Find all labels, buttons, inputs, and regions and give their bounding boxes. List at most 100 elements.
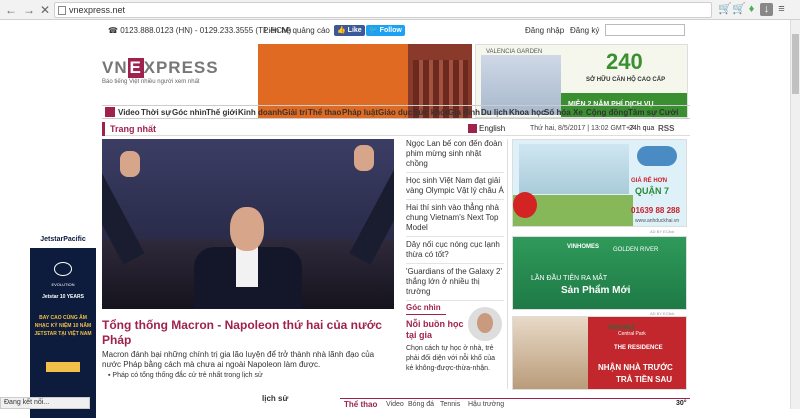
opinion-body: Chọn cách tự học ở nhà, trẻ phải đối diệ… [406, 345, 496, 372]
ad-text: THE RESIDENCE [614, 345, 663, 351]
ad-sub: EVOLUTION [51, 282, 75, 287]
english-label: English [479, 124, 506, 133]
nav-item[interactable]: Pháp luật [342, 108, 378, 117]
ad-contact-link[interactable]: Liên hệ quảng cáo [264, 26, 330, 35]
news-item[interactable]: Hai thí sinh vào thẳng nhà chung Vietnam… [406, 203, 504, 237]
ad-jetstar: Jetstar 10 YEARS [42, 294, 84, 300]
stop-icon[interactable]: ✕ [38, 3, 52, 17]
left-skyscraper-ad[interactable]: JetstarPacific EVOLUTION Jetstar 10 YEAR… [30, 232, 96, 418]
ad-text: QUẬN 7 [635, 186, 670, 196]
logo-vn: VN [102, 58, 128, 77]
search-input[interactable] [605, 24, 685, 36]
nav-item[interactable]: Gia đình [448, 108, 480, 117]
sports-title[interactable]: Thể thao [344, 400, 377, 409]
opinion-title[interactable]: Nỗi buồn học tại gia [406, 319, 464, 341]
side-ad-vinhomes-central-park[interactable]: VINHOMES Central Park THE RESIDENCE NHẬN… [512, 316, 687, 390]
scrollbar[interactable] [790, 20, 800, 409]
nav-item[interactable]: Cười [659, 108, 678, 117]
nav-item[interactable]: Cộng đồng [586, 108, 628, 117]
nav-item[interactable]: Giải trí [282, 108, 307, 117]
nav-item[interactable]: Video [118, 108, 140, 117]
sports-tab[interactable]: Hậu trường [468, 401, 504, 408]
ad-text: Sản Phẩm Mới [561, 285, 631, 296]
address-bar[interactable]: vnexpress.net [54, 2, 712, 18]
weather-temp: 30° [676, 400, 687, 407]
nav-item[interactable]: Thế giới [206, 108, 237, 117]
news-list: Ngọc Lan bế con đến đoàn phim mừng sinh … [406, 139, 504, 304]
main-headline[interactable]: Tổng thống Macron - Napoleon thứ hai của… [102, 318, 394, 348]
news-item[interactable]: 'Guardians of the Galaxy 2' thắng lớn ở … [406, 267, 504, 301]
browser-toolbar: ← → ✕ vnexpress.net 🛒 🛒 ♦ ↓ ≡ [0, 0, 800, 20]
nav-item[interactable]: Sức khỏe [413, 108, 449, 117]
ad-phone: 01639 88 288 [631, 206, 680, 215]
nav-item[interactable]: Kinh doanh [238, 108, 282, 117]
english-icon [468, 124, 477, 134]
nav-item[interactable]: Khoa học [509, 108, 545, 117]
column-divider [507, 139, 510, 389]
author-avatar [468, 307, 502, 341]
register-link[interactable]: Đăng ký [570, 26, 599, 35]
status-bar: Đang kết nối... [0, 397, 90, 409]
rss-link[interactable]: RSS [658, 124, 674, 133]
ad-text: NHẬN NHÀ TRƯỚC [598, 363, 673, 372]
side-ad-vinhomes-golden-river[interactable]: VINHOMES GOLDEN RIVER LẦN ĐẦU TIÊN RA MẮ… [512, 236, 687, 310]
date-text: Thứ hai, 8/5/2017 | 13:02 GMT+7 [530, 125, 634, 132]
site-logo[interactable]: VN E XPRESS Báo tiếng Việt nhiều người xem… [102, 58, 262, 98]
ad-red-panel: VINHOMES Central Park THE RESIDENCE NHẬN… [588, 317, 686, 389]
nav-item[interactable]: Giáo dục [378, 108, 412, 117]
news-item[interactable]: Ngọc Lan bế con đến đoàn phim mừng sinh … [406, 139, 504, 173]
left-hand [120, 151, 140, 177]
nav-item[interactable]: Thể thao [308, 108, 341, 117]
nav-item[interactable]: Du lịch [481, 108, 508, 117]
ad-price: 240 [606, 49, 643, 74]
sports-tab[interactable]: Tennis [440, 401, 460, 408]
logo-xpress: XPRESS [143, 58, 219, 77]
shirt [236, 247, 258, 287]
logo-slogan: Báo tiếng Việt nhiều người xem nhất [102, 79, 200, 85]
news-item[interactable]: Dây nối cục nóng cục lạnh thừa có tốt? [406, 240, 504, 264]
ad-brand: VINHOMES [567, 244, 600, 250]
ad-brand2: GOLDEN RIVER [613, 247, 659, 253]
section-title[interactable]: Trang nhất [110, 124, 156, 134]
hero-image[interactable] [102, 139, 394, 309]
scrollbar-thumb[interactable] [792, 34, 799, 94]
leaf-extension-icon[interactable]: ♦ [745, 3, 758, 16]
right-hand [354, 145, 374, 171]
author-face [477, 313, 493, 333]
download-icon[interactable]: ↓ [760, 3, 773, 16]
ad-city-image [519, 144, 629, 194]
ad-room-image [513, 317, 588, 389]
sports-tab[interactable]: Video [386, 401, 404, 408]
url-text: vnexpress.net [69, 5, 126, 15]
news-item[interactable]: Học sinh Việt Nam đạt giải vàng Olympic … [406, 176, 504, 200]
section-tail-text[interactable]: lịch sử [262, 394, 288, 403]
login-link[interactable]: Đăng nhập [525, 26, 564, 35]
ad-red-badge [513, 192, 537, 218]
section-accent [102, 122, 105, 136]
shopping-extension-icon[interactable]: 🛒 [732, 3, 746, 16]
like-label: Like [347, 27, 362, 34]
ad-text: LẦN ĐẦU TIÊN RA MẮT [531, 275, 608, 282]
menu-icon[interactable]: ≡ [775, 3, 788, 16]
nav-item[interactable]: Góc nhìn [172, 108, 207, 117]
nav-item[interactable]: Tâm sự [628, 108, 657, 117]
section-bar: Trang nhất English Thứ hai, 8/5/2017 | 1… [102, 122, 690, 136]
english-link[interactable]: English [468, 124, 506, 134]
twitter-follow-button[interactable]: 🐦 Follow [366, 25, 405, 36]
forward-icon[interactable]: → [22, 3, 36, 17]
nav-item[interactable]: Xe [573, 108, 583, 117]
cart-extension-icon[interactable]: 🛒 [718, 3, 732, 16]
home-icon[interactable] [105, 107, 115, 117]
follow-label: Follow [379, 27, 402, 34]
facebook-like-button[interactable]: 👍 Like [334, 25, 365, 36]
ad-brand: JetstarPacific [30, 232, 96, 248]
nav-item[interactable]: Số hóa [544, 108, 571, 117]
opinion-label[interactable]: Góc nhìn [406, 303, 446, 315]
related-link[interactable]: ▪ Pháp có tổng thống đắc cử trẻ nhất tro… [108, 372, 263, 379]
24h-link[interactable]: 24h qua [629, 125, 654, 132]
back-icon[interactable]: ← [4, 3, 18, 17]
page-icon [58, 6, 66, 15]
nav-item[interactable]: Thời sự [141, 108, 171, 117]
sports-tab[interactable]: Bóng đá [408, 401, 434, 408]
side-ad-travel[interactable]: GIÁ RẺ HƠN QUẬN 7 01639 88 288 www.anhdu… [512, 139, 687, 227]
